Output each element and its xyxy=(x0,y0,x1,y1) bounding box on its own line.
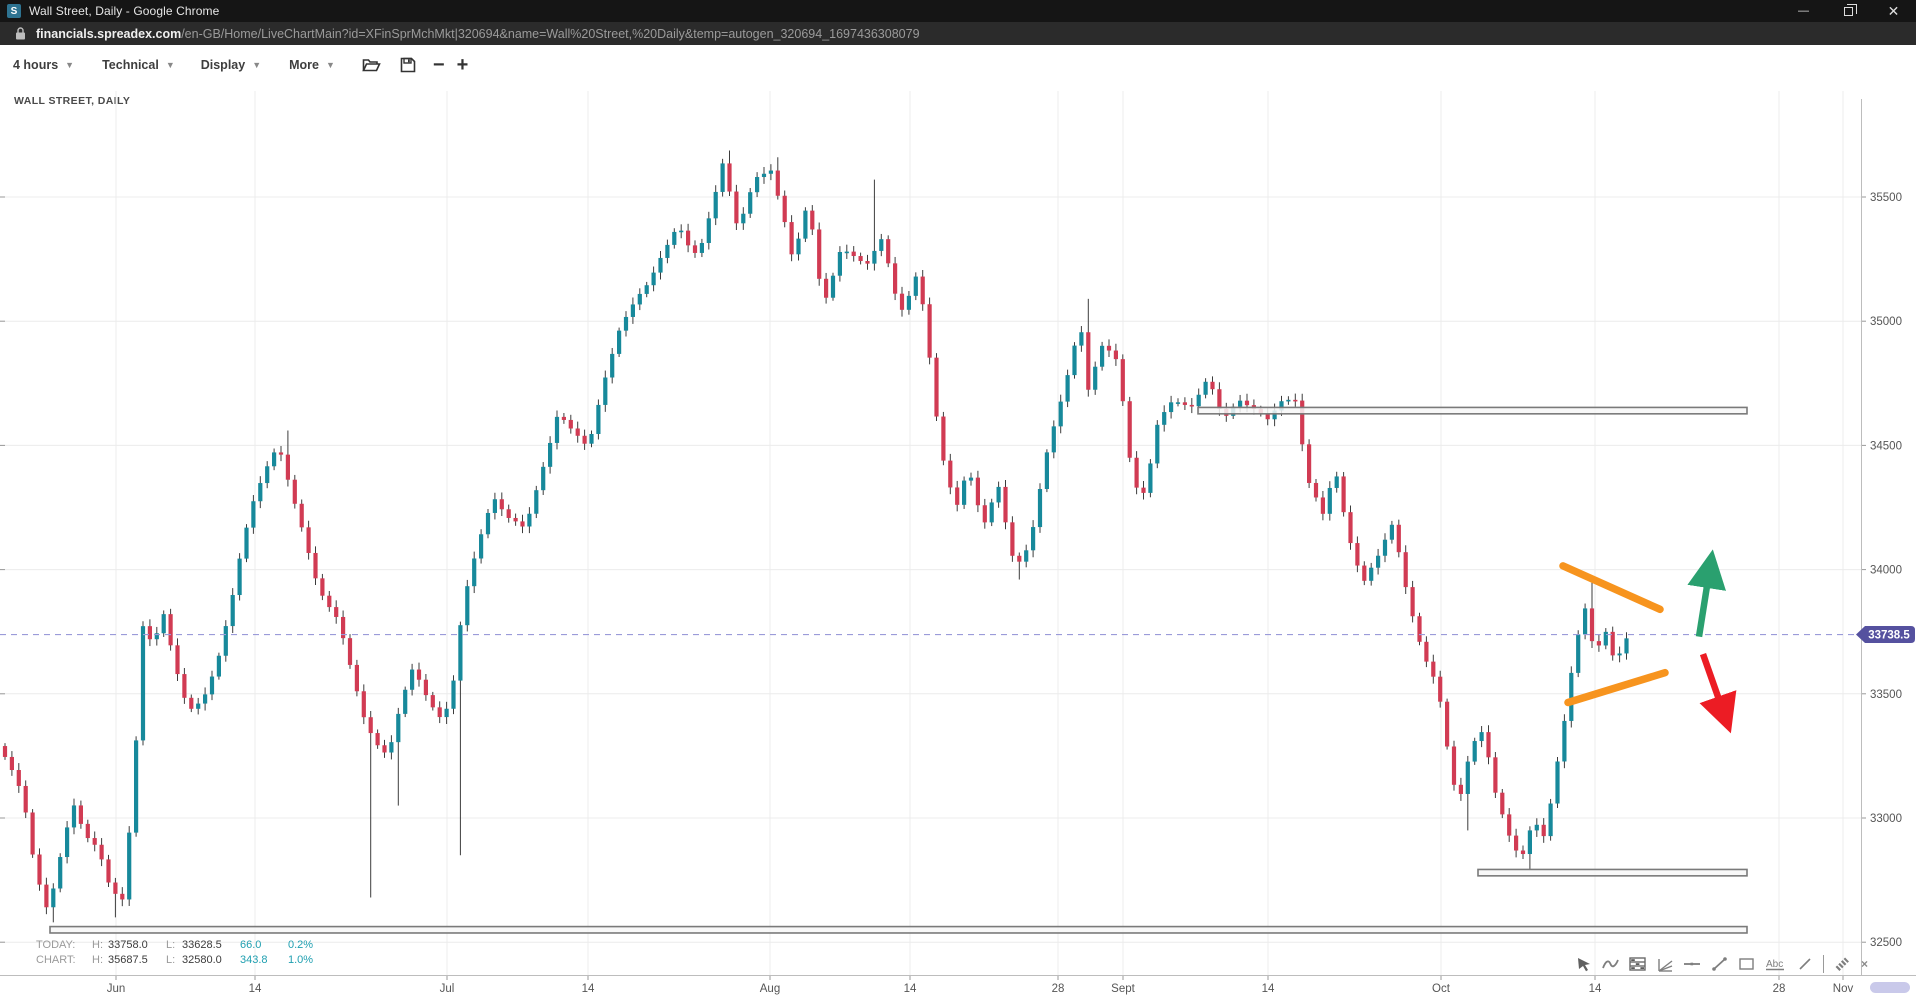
horizontal-line-tool-button[interactable] xyxy=(1683,956,1701,972)
text-abc-icon: Abc xyxy=(1765,956,1787,972)
svg-text:35000: 35000 xyxy=(1870,316,1902,328)
svg-text:Jul: Jul xyxy=(440,983,455,995)
svg-text:35500: 35500 xyxy=(1870,192,1902,204)
svg-text:Abc: Abc xyxy=(1766,959,1783,970)
folder-open-icon xyxy=(362,57,381,73)
svg-text:Jun: Jun xyxy=(107,983,126,995)
caret-down-icon: ▼ xyxy=(65,60,74,70)
svg-text:Aug: Aug xyxy=(760,983,780,995)
bull-arrow xyxy=(1699,561,1711,637)
curve-line-icon xyxy=(1602,956,1619,972)
minimize-icon: — xyxy=(1798,5,1809,17)
svg-text:34000: 34000 xyxy=(1870,565,1902,577)
text-tool-button[interactable]: Abc xyxy=(1765,956,1787,972)
display-label: Display xyxy=(201,58,245,72)
url-text[interactable]: financials.spreadex.com/en-GB/Home/LiveC… xyxy=(36,27,920,41)
zoom-in-button[interactable]: + xyxy=(457,54,469,77)
caret-down-icon: ▼ xyxy=(166,60,175,70)
chart-stats-row: CHART:H:35687.5L:32580.0343.81.0% xyxy=(36,953,328,968)
technical-label: Technical xyxy=(102,58,159,72)
diagonal-line-tool-button[interactable] xyxy=(1797,956,1813,972)
svg-text:14: 14 xyxy=(1262,983,1275,995)
svg-text:28: 28 xyxy=(1773,983,1786,995)
fan-lines-icon xyxy=(1656,956,1673,972)
address-bar: financials.spreadex.com/en-GB/Home/LiveC… xyxy=(0,22,1916,45)
time-axis-labels: Jun 14 Jul 14 Aug 14 28 Sept 14 Oct 14 28 Nov xyxy=(107,983,1854,995)
restore-icon xyxy=(1844,7,1853,16)
fan-lines-tool-button[interactable] xyxy=(1656,956,1673,972)
caret-down-icon: ▼ xyxy=(252,60,261,70)
svg-text:32500: 32500 xyxy=(1870,937,1902,949)
window-titlebar: S Wall Street, Daily - Google Chrome — ✕ xyxy=(0,0,1916,22)
url-path: /en-GB/Home/LiveChartMain?id=XFinSprMchM… xyxy=(181,27,919,41)
bear-arrow xyxy=(1703,654,1727,722)
display-dropdown[interactable]: Display ▼ xyxy=(201,58,261,72)
svg-text:Oct: Oct xyxy=(1432,983,1451,995)
restore-button[interactable] xyxy=(1826,0,1871,22)
minus-icon: − xyxy=(433,54,445,77)
grid-table-icon xyxy=(1629,956,1646,972)
curve-tool-button[interactable] xyxy=(1602,956,1619,972)
diagonal-line-icon xyxy=(1797,956,1813,972)
zoom-out-button[interactable]: − xyxy=(433,54,445,77)
close-button[interactable]: ✕ xyxy=(1871,0,1916,22)
scenario-arrows xyxy=(1699,561,1727,722)
horizontal-line-icon xyxy=(1683,956,1701,972)
caret-down-icon: ▼ xyxy=(326,60,335,70)
url-domain: financials.spreadex.com xyxy=(36,27,181,41)
svg-text:14: 14 xyxy=(904,983,917,995)
toolbar-separator xyxy=(1823,955,1824,973)
rectangle-tool-button[interactable] xyxy=(1738,956,1755,972)
chart-area: WALL STREET, DAILY 33738.535500350003450… xyxy=(0,85,1916,997)
delete-drawing-button[interactable]: × xyxy=(1861,957,1868,971)
svg-text:14: 14 xyxy=(249,983,262,995)
svg-text:33738.5: 33738.5 xyxy=(1868,630,1910,642)
save-icon xyxy=(400,57,416,73)
technical-dropdown[interactable]: Technical ▼ xyxy=(102,58,175,72)
minimize-button[interactable]: — xyxy=(1781,0,1826,22)
level-bars xyxy=(50,407,1747,933)
price-axis-labels: 35500 35000 34500 34000 33500 33000 32500 xyxy=(1870,192,1902,949)
svg-text:Sept: Sept xyxy=(1111,983,1135,995)
svg-text:28: 28 xyxy=(1052,983,1065,995)
chart-toolbar: 4 hours ▼ Technical ▼ Display ▼ More ▼ −… xyxy=(0,45,1916,85)
marker-pen-icon xyxy=(1834,956,1851,972)
pointer-tool-button[interactable] xyxy=(1576,956,1592,972)
open-chart-button[interactable] xyxy=(362,57,381,73)
spreadex-logo-icon: S xyxy=(7,4,21,18)
current-price-badge: 33738.5 xyxy=(1856,626,1915,643)
scroll-thumb[interactable] xyxy=(1870,982,1910,993)
grid-lines xyxy=(0,91,1916,980)
svg-text:14: 14 xyxy=(1589,983,1602,995)
ohlc-table-tool-button[interactable] xyxy=(1629,956,1646,972)
today-stats-row: TODAY:H:33758.0L:33628.566.00.2% xyxy=(36,938,328,953)
marker-tool-button[interactable] xyxy=(1834,956,1851,972)
window-title: Wall Street, Daily - Google Chrome xyxy=(29,4,219,18)
timeframe-value: 4 hours xyxy=(13,58,58,72)
timeframe-dropdown[interactable]: 4 hours ▼ xyxy=(13,58,74,72)
pointer-arrow-icon xyxy=(1576,956,1592,972)
drawing-toolbar: Abc × xyxy=(1576,952,1868,976)
trendline-tool-button[interactable] xyxy=(1711,956,1728,972)
svg-text:14: 14 xyxy=(582,983,595,995)
svg-text:33000: 33000 xyxy=(1870,813,1902,825)
close-icon: ✕ xyxy=(1888,3,1900,20)
more-label: More xyxy=(289,58,319,72)
rectangle-icon xyxy=(1738,956,1755,972)
svg-text:34500: 34500 xyxy=(1870,440,1902,452)
more-dropdown[interactable]: More ▼ xyxy=(289,58,335,72)
delete-x-icon: × xyxy=(1861,957,1868,971)
candles xyxy=(3,151,1629,923)
save-chart-button[interactable] xyxy=(400,57,416,73)
plus-icon: + xyxy=(457,54,469,77)
trendline-icon xyxy=(1711,956,1728,972)
svg-text:33500: 33500 xyxy=(1870,689,1902,701)
lock-icon xyxy=(15,27,26,40)
svg-text:Nov: Nov xyxy=(1833,983,1854,995)
session-stats: TODAY:H:33758.0L:33628.566.00.2% CHART:H… xyxy=(36,938,328,968)
price-chart[interactable]: 33738.5 35500 35000 34500 34000 33500 33000 325… xyxy=(0,85,1916,997)
